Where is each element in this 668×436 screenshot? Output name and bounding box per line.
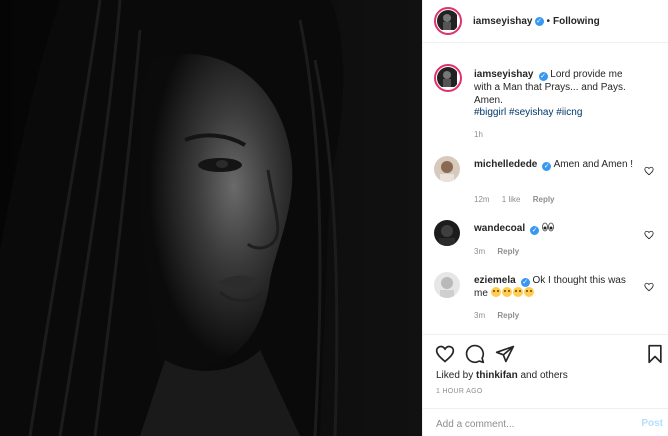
liked-by-suffix[interactable]: and others bbox=[520, 370, 567, 381]
separator-dot: • bbox=[546, 15, 551, 27]
commenter-username[interactable]: eziemela bbox=[474, 275, 516, 286]
commenter-username[interactable]: michelledede bbox=[474, 159, 537, 170]
comment-text: eziemela ✓ Ok I thought this was me bbox=[474, 274, 634, 300]
commenter-avatar[interactable] bbox=[434, 220, 460, 246]
joy-emoji-icon bbox=[512, 287, 523, 297]
joy-emoji-icon bbox=[501, 287, 512, 297]
comment-age: 12m bbox=[474, 195, 490, 204]
caption-hashtags[interactable]: #biggirl #seyishay #iicng bbox=[474, 106, 634, 119]
post-button[interactable]: Post bbox=[641, 418, 663, 429]
comment-icon[interactable] bbox=[465, 344, 485, 364]
heart-icon[interactable] bbox=[435, 344, 455, 364]
commenter-avatar[interactable] bbox=[434, 272, 460, 298]
post-sidebar: iamseyishay ✓ • Following iamseyishay ✓ L… bbox=[422, 0, 668, 436]
verified-icon: ✓ bbox=[538, 72, 548, 81]
comment-age: 3m bbox=[474, 311, 486, 320]
heart-icon[interactable] bbox=[644, 230, 654, 240]
commenter-avatar[interactable] bbox=[434, 156, 460, 182]
liked-by-prefix: Liked by bbox=[436, 370, 474, 381]
share-icon[interactable] bbox=[495, 344, 515, 364]
verified-icon: ✓ bbox=[530, 226, 540, 235]
caption-age: 1h bbox=[474, 130, 483, 139]
reply-button[interactable]: Reply bbox=[533, 195, 555, 204]
comment-meta: 3m Reply bbox=[474, 311, 519, 320]
comment-body: Amen and Amen ! bbox=[553, 159, 634, 170]
bookmark-icon[interactable] bbox=[645, 344, 665, 364]
comment-text: wandecoal ✓ bbox=[474, 222, 634, 235]
caption-text: iamseyishay ✓ Lord provide me with a Man … bbox=[474, 68, 634, 107]
liked-by-user[interactable]: thinkifan bbox=[476, 370, 518, 381]
comment-text: michelledede ✓ Amen and Amen ! bbox=[474, 158, 634, 171]
comments-list[interactable]: iamseyishay ✓ Lord provide me with a Man … bbox=[423, 44, 668, 334]
author-avatar[interactable] bbox=[434, 64, 462, 92]
author-username[interactable]: iamseyishay bbox=[473, 16, 533, 27]
comment-meta: 3m Reply bbox=[474, 247, 519, 256]
heart-icon[interactable] bbox=[644, 166, 654, 176]
following-button[interactable]: Following bbox=[553, 16, 600, 27]
comment-age: 3m bbox=[474, 247, 486, 256]
post-photo[interactable] bbox=[0, 0, 422, 436]
joy-emoji-icon bbox=[523, 287, 534, 297]
heart-icon[interactable] bbox=[644, 282, 654, 292]
add-comment-bar: Post bbox=[423, 408, 668, 436]
reply-button[interactable]: Reply bbox=[497, 247, 519, 256]
comment-likes[interactable]: 1 like bbox=[502, 195, 521, 204]
eyes-emoji-icon bbox=[542, 222, 554, 232]
comment-meta: 12m 1 like Reply bbox=[474, 195, 555, 204]
post-actions: Liked by thinkifan and others 1 HOUR AGO bbox=[423, 334, 668, 406]
author-avatar[interactable] bbox=[434, 7, 462, 35]
verified-icon: ✓ bbox=[520, 278, 530, 287]
caption-meta: 1h bbox=[474, 130, 493, 139]
reply-button[interactable]: Reply bbox=[497, 311, 519, 320]
verified-icon: ✓ bbox=[542, 162, 552, 171]
comment-input[interactable] bbox=[436, 416, 626, 432]
joy-emoji-icon bbox=[490, 287, 501, 297]
post-timestamp[interactable]: 1 HOUR AGO bbox=[436, 388, 483, 395]
verified-icon: ✓ bbox=[534, 16, 544, 26]
caption-username[interactable]: iamseyishay bbox=[474, 69, 534, 80]
commenter-username[interactable]: wandecoal bbox=[474, 223, 525, 234]
portrait-image bbox=[0, 0, 422, 436]
liked-by-text: Liked by thinkifan and others bbox=[436, 370, 568, 381]
post-modal: iamseyishay ✓ • Following iamseyishay ✓ L… bbox=[0, 0, 668, 436]
post-header: iamseyishay ✓ • Following bbox=[423, 0, 668, 43]
